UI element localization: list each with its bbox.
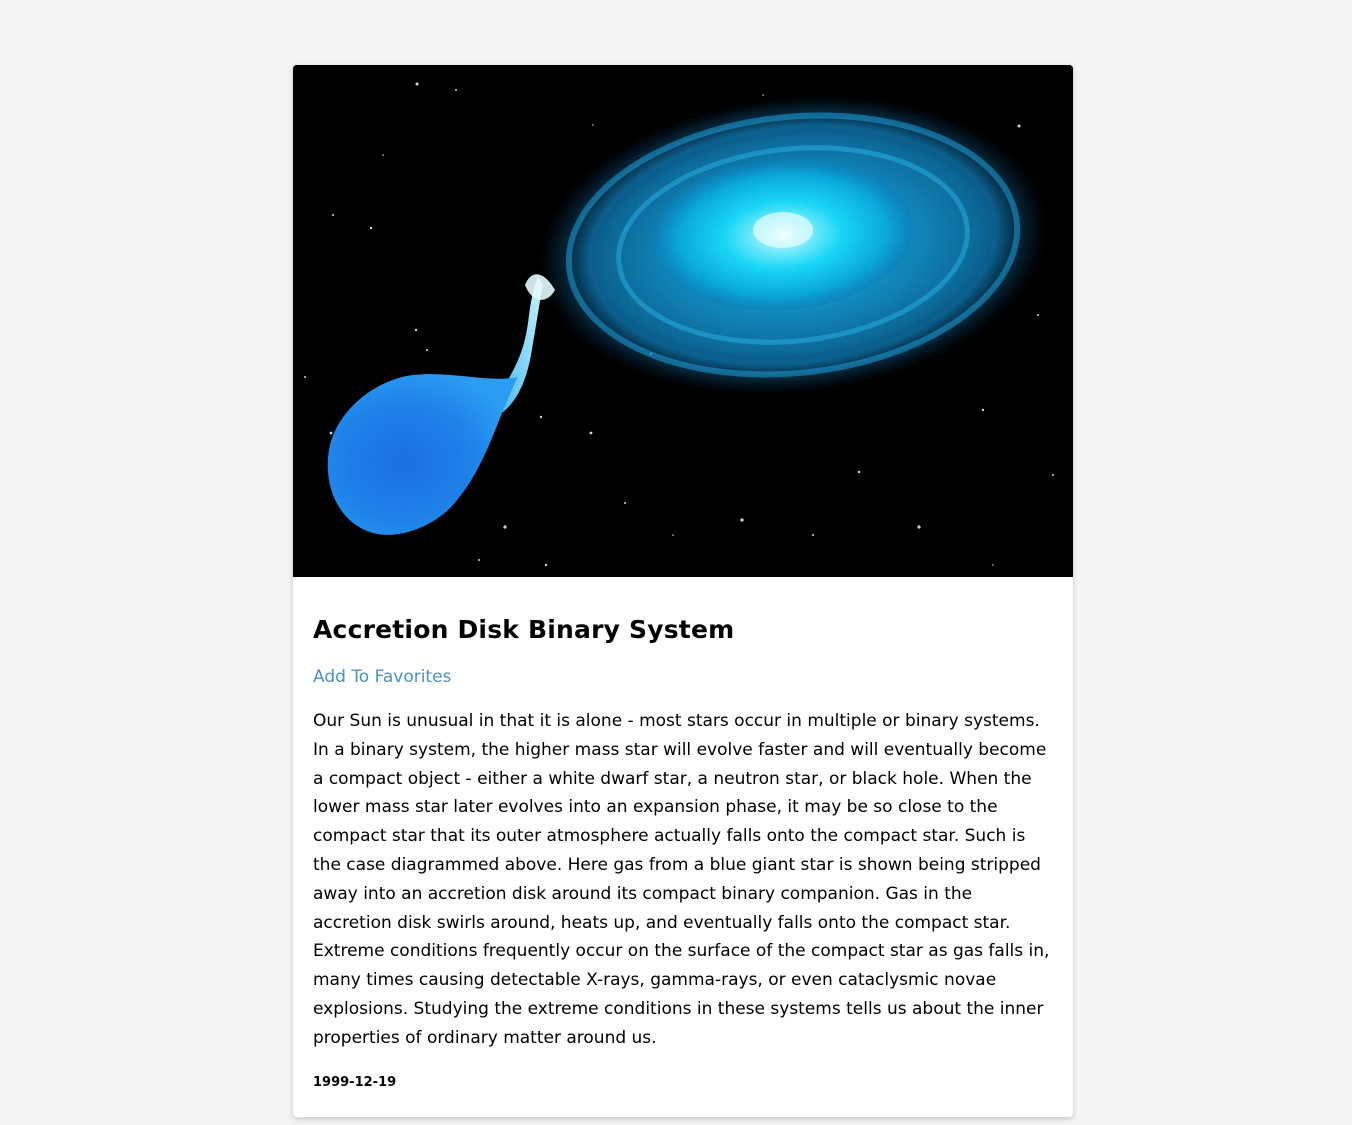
article-content: Accretion Disk Binary System Add To Favo… — [293, 615, 1073, 1090]
article-image — [293, 65, 1073, 577]
article-date: 1999-12-19 — [313, 1074, 397, 1090]
article-title: Accretion Disk Binary System — [313, 615, 735, 644]
article-card: Accretion Disk Binary System Add To Favo… — [293, 65, 1073, 1117]
article-description: Our Sun is unusual in that it is alone -… — [313, 711, 1050, 1048]
add-to-favorites-link[interactable]: Add To Favorites — [313, 667, 451, 687]
